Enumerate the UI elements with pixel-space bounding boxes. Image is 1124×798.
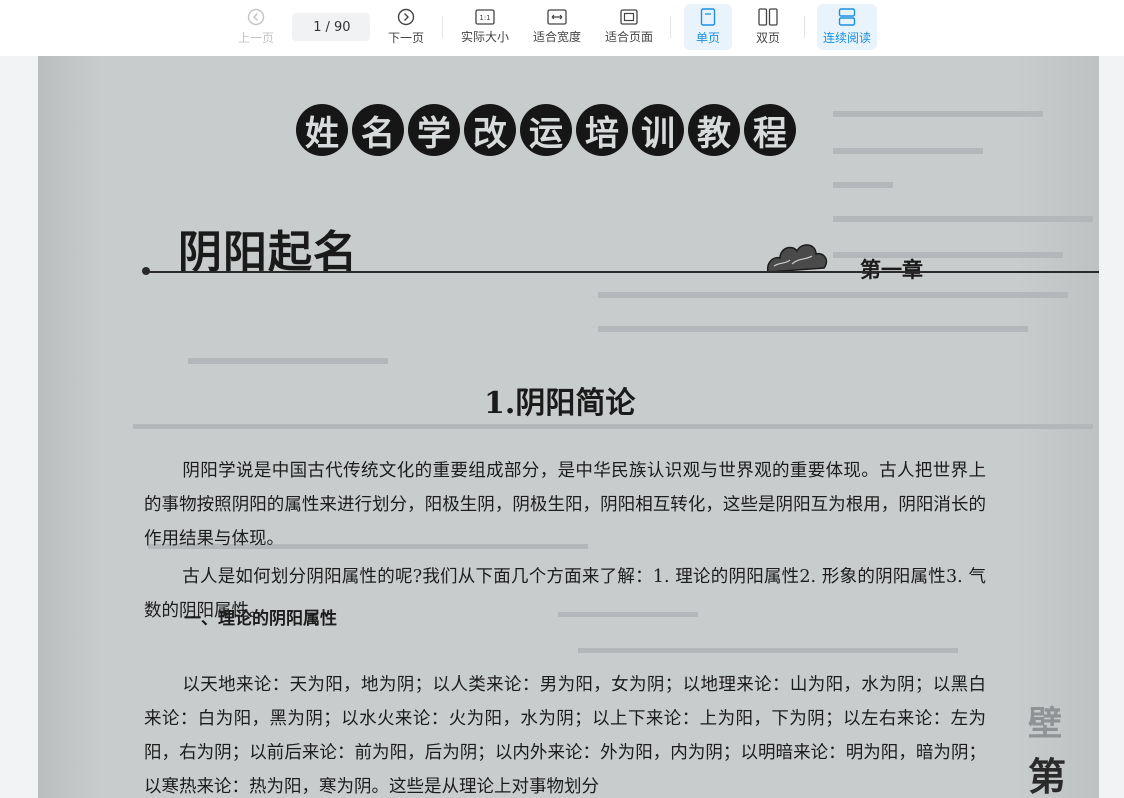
page-current-input[interactable]: 1 xyxy=(311,20,321,35)
toolbar-divider xyxy=(804,16,805,38)
actual-size-label: 实际大小 xyxy=(460,30,509,44)
banner-char: 培 xyxy=(576,104,628,156)
actual-size-glyph: 1:1 xyxy=(479,14,490,22)
fit-page-icon xyxy=(620,9,638,25)
double-page-label: 双页 xyxy=(755,31,780,45)
banner-char: 运 xyxy=(520,104,572,156)
banner-char: 程 xyxy=(744,104,796,156)
facing-page-glyph: 壁 xyxy=(1028,704,1062,744)
fit-page-button[interactable]: 适合页面 xyxy=(599,4,659,50)
continuous-read-label: 连续阅读 xyxy=(822,31,871,45)
fit-page-label: 适合页面 xyxy=(604,30,653,44)
next-page-label: 下一页 xyxy=(387,31,424,45)
paragraph: 以天地来论：天为阳，地为阴；以人类来论：男为阳，女为阴；以地理来论：山为阳，水为… xyxy=(144,668,986,798)
double-page-button[interactable]: 双页 xyxy=(744,4,792,50)
fit-width-button[interactable]: 适合宽度 xyxy=(527,4,587,50)
prev-page-label: 上一页 xyxy=(237,31,274,45)
banner-char: 训 xyxy=(632,104,684,156)
chevron-left-circle-icon xyxy=(247,8,265,26)
cloud-ornament-icon xyxy=(766,244,828,273)
chevron-right-circle-icon xyxy=(397,8,415,26)
facing-page-glyph: 第 xyxy=(1028,754,1067,798)
prev-page-button[interactable]: 上一页 xyxy=(232,4,280,50)
section-heading: 1.阴阳简论 xyxy=(484,386,636,421)
subheading: 一、理论的阴阳属性 xyxy=(184,609,337,629)
actual-size-icon: 1:1 xyxy=(475,9,495,25)
continuous-read-icon xyxy=(838,8,856,26)
book-title-banner: 姓 名 学 改 运 培 训 教 程 xyxy=(296,104,796,156)
document-page: 姓 名 学 改 运 培 训 教 程 阴阳起名 第一章 1.阴阳简论 阴阳学说是中… xyxy=(38,56,1099,798)
page-number-field[interactable]: 1 / 90 xyxy=(292,13,370,41)
single-page-label: 单页 xyxy=(695,31,720,45)
page-total: / 90 xyxy=(325,19,351,35)
fit-width-icon xyxy=(547,9,567,25)
banner-char: 名 xyxy=(352,104,404,156)
single-page-button[interactable]: 单页 xyxy=(684,4,732,50)
double-page-icon xyxy=(758,8,778,26)
actual-size-button[interactable]: 1:1 实际大小 xyxy=(455,4,515,50)
banner-char: 教 xyxy=(688,104,740,156)
fit-width-label: 适合宽度 xyxy=(532,30,581,44)
banner-char: 学 xyxy=(408,104,460,156)
banner-char: 改 xyxy=(464,104,516,156)
viewer-toolbar: 上一页 1 / 90 下一页 1:1 实际大小 适合宽度 适合页面 单页 双页 … xyxy=(0,0,1124,56)
next-page-button[interactable]: 下一页 xyxy=(382,4,430,50)
chapter-rule xyxy=(146,271,1099,273)
chapter-number: 第一章 xyxy=(860,257,923,282)
toolbar-divider xyxy=(442,16,443,38)
continuous-read-button[interactable]: 连续阅读 xyxy=(817,4,877,50)
banner-char: 姓 xyxy=(296,104,348,156)
single-page-icon xyxy=(700,8,716,26)
paragraph: 阴阳学说是中国古代传统文化的重要组成部分，是中华民族认识观与世界观的重要体现。古… xyxy=(144,454,986,556)
toolbar-divider xyxy=(670,16,671,38)
paragraph-text: 阴阳学说是中国古代传统文化的重要组成部分，是中华民族认识观与世界观的重要体现。古… xyxy=(144,461,986,549)
paragraph-text: 以天地来论：天为阳，地为阴；以人类来论：男为阳，女为阴；以地理来论：山为阳，水为… xyxy=(144,675,986,797)
document-viewport[interactable]: 姓 名 学 改 运 培 训 教 程 阴阳起名 第一章 1.阴阳简论 阴阳学说是中… xyxy=(0,56,1124,798)
